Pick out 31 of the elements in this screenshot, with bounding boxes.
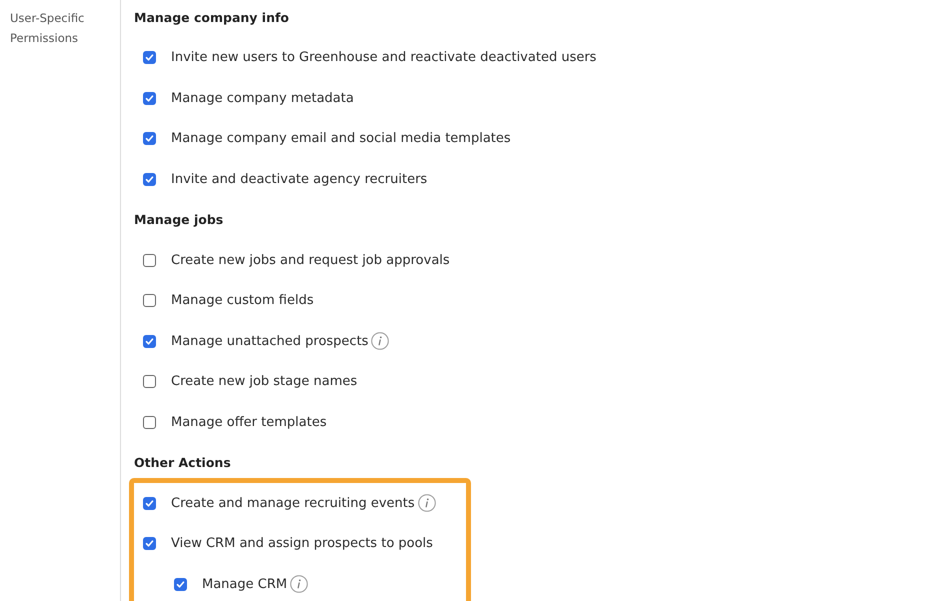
permission-label: Invite new users to Greenhouse and reactivate deactivated users [171,50,596,66]
permission-label: Invite and deactivate agency recruiters [171,172,428,187]
permission-label: Manage company email and social media templates [171,131,511,146]
permission-label: Create new jobs and request job approvals [171,252,450,268]
checkbox[interactable] [143,416,156,429]
permission-label: Manage custom fields [171,293,314,308]
checkbox[interactable] [143,334,156,348]
info-icon[interactable] [418,494,436,512]
checkbox[interactable] [143,132,156,146]
checkbox[interactable] [143,537,156,550]
checkbox[interactable] [174,578,187,591]
info-icon[interactable] [290,575,308,594]
info-icon[interactable] [371,332,390,350]
permission-label: Create new job stage names [171,374,358,390]
section-label: User-Specific Permissions [10,10,86,47]
checkbox[interactable] [143,496,156,510]
checkbox[interactable] [143,294,156,308]
section-heading: Manage company info [134,8,290,27]
permission-label: Manage offer templates [171,414,327,430]
permission-label: Manage company metadata [171,90,354,106]
checkbox[interactable] [143,51,156,64]
section-heading: Other Actions [134,454,232,472]
checkbox[interactable] [143,375,156,388]
permission-label: View CRM and assign prospects to pools [171,536,433,552]
checkbox[interactable] [143,172,156,186]
checkbox[interactable] [143,92,156,105]
permission-label: Create and manage recruiting events [171,496,415,511]
checkbox[interactable] [143,254,156,267]
permission-label: Manage unattached prospects [171,334,368,349]
section-heading: Manage jobs [134,211,224,230]
permission-label: Manage CRM [202,576,288,592]
